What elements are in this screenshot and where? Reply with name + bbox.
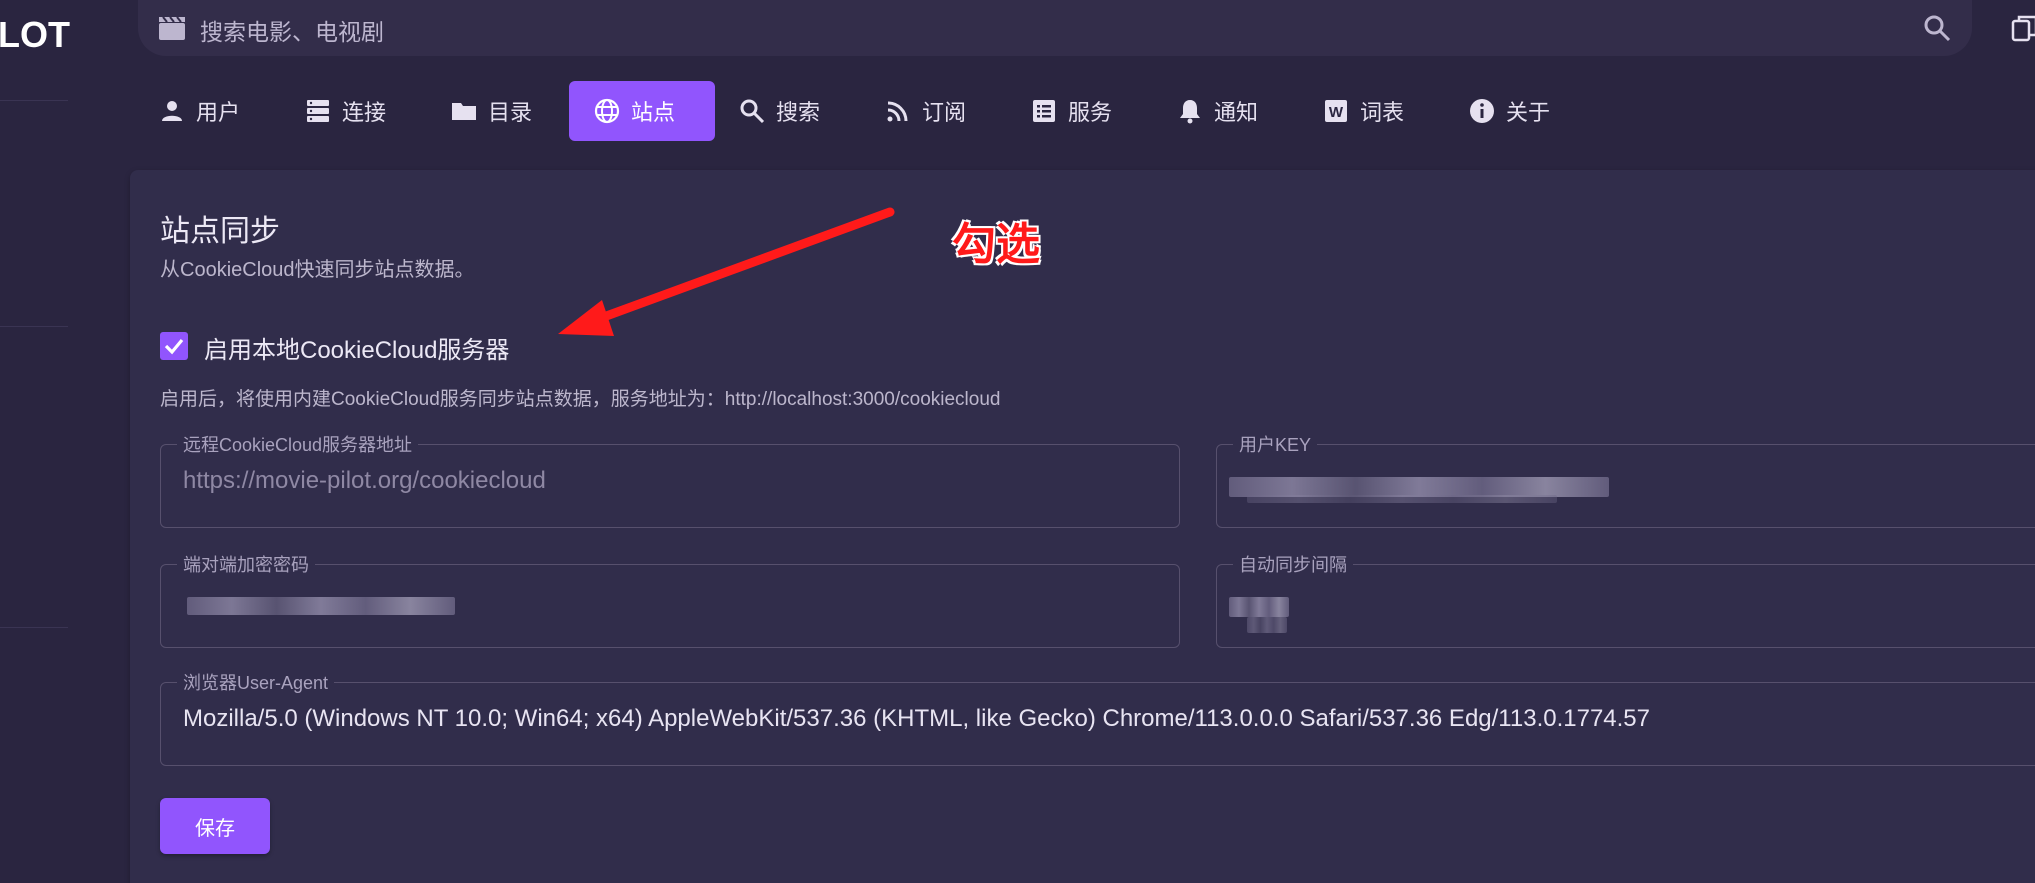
field-label: 远程CookieCloud服务器地址 xyxy=(177,431,419,457)
user-agent-input[interactable]: Mozilla/5.0 (Windows NT 10.0; Win64; x64… xyxy=(183,705,1650,733)
hint-text: 启用后，将使用内建CookieCloud服务同步站点数据，服务地址为：http:… xyxy=(160,389,1001,410)
checkmark-icon xyxy=(164,338,184,355)
tab-label: 词表 xyxy=(1360,100,1405,125)
tab-label: 搜索 xyxy=(776,100,821,125)
tab-subscriptions[interactable]: 订阅 xyxy=(872,81,1000,141)
card-subtitle: 从CookieCloud快速同步站点数据。 xyxy=(160,259,475,281)
field-label: 用户KEY xyxy=(1233,431,1318,457)
redacted-value xyxy=(1229,597,1289,617)
folder-icon xyxy=(452,103,476,120)
redacted-value xyxy=(1247,617,1287,633)
user-icon xyxy=(162,101,182,121)
tab-connections[interactable]: 连接 xyxy=(292,81,420,141)
checkbox-label[interactable]: 启用本地CookieCloud服务器 xyxy=(204,330,509,365)
tab-services[interactable]: 服务 xyxy=(1018,81,1146,141)
encryption-password-field[interactable]: 端对端加密密码 xyxy=(160,551,1180,648)
info-icon xyxy=(1470,99,1494,123)
server-icon xyxy=(307,100,329,122)
tab-label: 通知 xyxy=(1214,100,1259,125)
remote-url-input[interactable]: https://movie-pilot.org/cookiecloud xyxy=(183,467,546,495)
save-button[interactable]: 保存 xyxy=(160,798,270,854)
tab-label: 站点 xyxy=(631,100,676,125)
annotation-text: 勾选 xyxy=(952,219,1040,270)
svg-text:W: W xyxy=(1329,104,1344,121)
rss-icon xyxy=(887,101,908,122)
field-label: 浏览器User-Agent xyxy=(177,669,335,695)
search-bar[interactable]: 搜索电影、电视剧 xyxy=(138,0,1972,56)
clapperboard-icon xyxy=(159,16,185,40)
sidebar-divider xyxy=(0,326,68,327)
sync-interval-field[interactable]: 自动同步间隔 xyxy=(1216,551,2035,648)
redacted-value xyxy=(1247,495,1557,503)
sidebar-divider xyxy=(0,627,68,628)
site-sync-card: 站点同步 从CookieCloud快速同步站点数据。 启用本地CookieClo… xyxy=(130,170,2035,883)
copy-icon[interactable] xyxy=(2010,13,2035,43)
bell-icon xyxy=(1180,100,1200,124)
remote-url-field[interactable]: 远程CookieCloud服务器地址 https://movie-pilot.o… xyxy=(160,431,1180,528)
sidebar-divider xyxy=(0,100,68,101)
tab-label: 服务 xyxy=(1068,100,1113,125)
tab-label: 目录 xyxy=(488,100,533,125)
tab-notifications[interactable]: 通知 xyxy=(1164,81,1292,141)
tab-label: 连接 xyxy=(342,100,387,125)
app-logo: LOT xyxy=(0,14,70,55)
list-icon xyxy=(1033,100,1055,122)
search-icon[interactable] xyxy=(1922,13,1952,43)
tab-directories[interactable]: 目录 xyxy=(438,81,566,141)
card-title: 站点同步 xyxy=(160,215,280,248)
enable-local-cookiecloud-checkbox[interactable] xyxy=(160,332,188,360)
annotation-arrow xyxy=(558,207,895,336)
redacted-value xyxy=(1229,477,1609,497)
tab-label: 关于 xyxy=(1506,100,1551,125)
tab-sites[interactable]: 站点 xyxy=(569,81,715,141)
tab-users[interactable]: 用户 xyxy=(146,81,274,141)
search-input[interactable]: 搜索电影、电视剧 xyxy=(200,13,384,47)
tab-wordlist[interactable]: W 词表 xyxy=(1310,81,1438,141)
search-icon xyxy=(740,99,765,124)
field-label: 端对端加密密码 xyxy=(177,551,315,577)
sidebar: LOT xyxy=(0,0,70,883)
tab-label: 用户 xyxy=(196,100,241,125)
word-icon: W xyxy=(1325,100,1347,122)
user-key-field[interactable]: 用户KEY xyxy=(1216,431,2035,528)
app-root: LOT 搜索电影、电视剧 用户 连接 目录 站点 搜索 订阅 服务 通知 W 词… xyxy=(0,0,2035,883)
tab-label: 订阅 xyxy=(922,100,967,125)
field-label: 自动同步间隔 xyxy=(1233,551,1353,577)
user-agent-field[interactable]: 浏览器User-Agent Mozilla/5.0 (Windows NT 10… xyxy=(160,669,2035,766)
globe-icon xyxy=(594,98,620,124)
tab-search[interactable]: 搜索 xyxy=(726,81,854,141)
tab-about[interactable]: 关于 xyxy=(1456,81,1584,141)
redacted-value xyxy=(187,597,455,615)
